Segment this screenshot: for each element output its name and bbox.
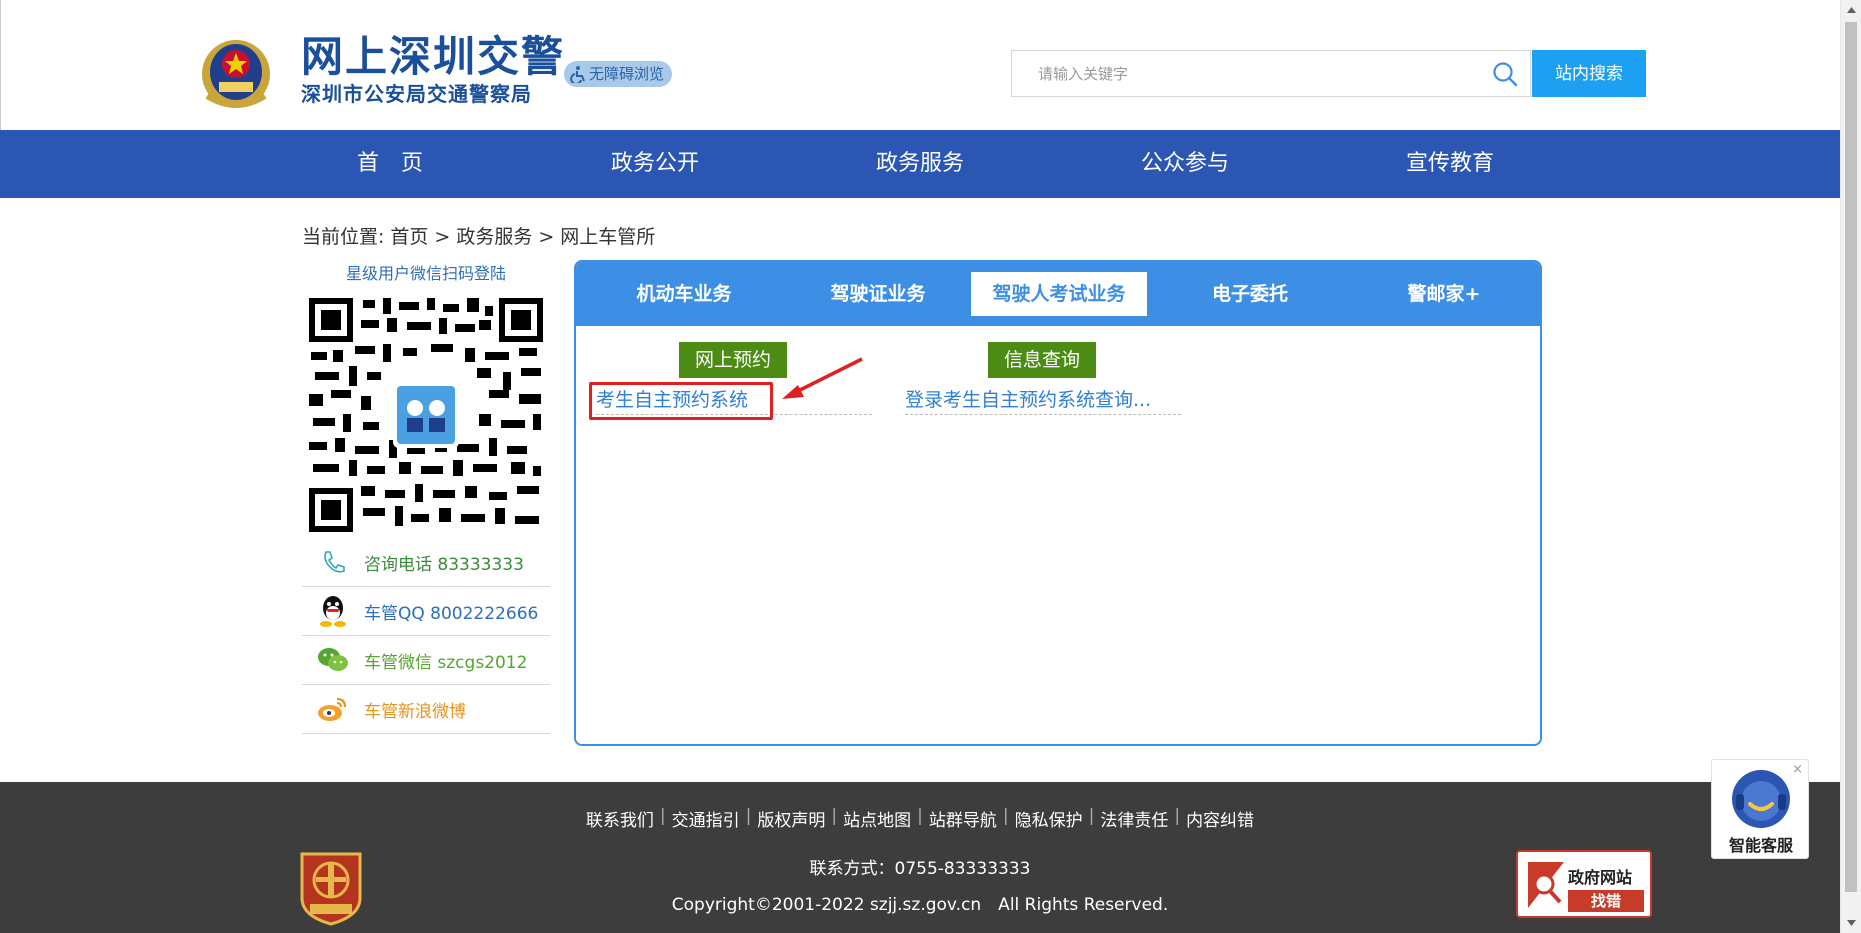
contact-wechat[interactable]: 车管微信 szcgs2012 [302, 636, 550, 685]
nav-item-government-affairs[interactable]: 政务公开 [565, 130, 745, 198]
red-arrow-annotation [782, 357, 863, 399]
site-header: 网上深圳交警 深圳市公安局交通警察局 无障碍浏览 站内搜索 [0, 0, 1840, 130]
breadcrumb-separator: > [538, 226, 555, 248]
qr-caption: 星级用户微信扫码登陆 [345, 264, 506, 283]
main-nav: 首 页 政务公开 政务服务 公众参与 宣传教育 [0, 130, 1840, 198]
service-label: 智能客服 [1728, 836, 1793, 855]
search-box [1011, 50, 1531, 97]
close-icon[interactable]: × [1792, 762, 1803, 777]
wechat-icon [316, 643, 350, 677]
breadcrumb-separator: > [434, 226, 451, 248]
info-query-badge: 信息查询 [988, 342, 1096, 378]
nav-item-publicity-education[interactable]: 宣传教育 [1360, 130, 1540, 198]
site-title: 网上深圳交警 [301, 32, 566, 81]
tab-exam-business[interactable]: 驾驶人考试业务 [971, 272, 1147, 316]
breadcrumb: 当前位置: 首页 > 政务服务 > 网上车管所 [302, 224, 655, 250]
footer-link-legal[interactable]: 法律责任 [1100, 806, 1168, 831]
site-subtitle: 深圳市公安局交通警察局 [301, 82, 532, 106]
search-icon[interactable] [1492, 61, 1518, 87]
contact-qq[interactable]: 车管QQ 8002222666 [302, 587, 550, 636]
business-tabs: 机动车业务 驾驶证业务 驾驶人考试业务 电子委托 警邮家+ [576, 262, 1540, 326]
nav-item-government-services[interactable]: 政务服务 [830, 130, 1010, 198]
vertical-scrollbar[interactable] [1840, 0, 1861, 933]
magnifier-icon [1528, 862, 1564, 908]
exam-booking-query-link[interactable]: 登录考生自主预约系统查询... [905, 386, 1181, 415]
footer-links: 联系我们 | 交通指引 | 版权声明 | 站点地图 | 站群导航 | 隐私保护 | 法律责任… [585, 806, 1255, 831]
police-emblem-icon [202, 40, 270, 108]
contact-weibo-label: 车管新浪微博 [364, 701, 466, 722]
gov-error-line1: 政府网站 [1568, 868, 1633, 887]
phone-icon [316, 545, 350, 579]
site-search-button[interactable]: 站内搜索 [1532, 50, 1646, 97]
service-robot-icon [1732, 770, 1790, 828]
footer-link-copyright[interactable]: 版权声明 [757, 806, 825, 831]
contact-phone[interactable]: 咨询电话 83333333 [302, 538, 550, 587]
nav-item-home[interactable]: 首 页 [300, 130, 480, 198]
wheelchair-icon [570, 66, 585, 83]
contact-qq-label: 车管QQ 8002222666 [364, 603, 539, 624]
tab-e-entrust[interactable]: 电子委托 [1162, 272, 1338, 316]
red-highlight-box [589, 382, 773, 420]
tab-license-business[interactable]: 驾驶证业务 [790, 272, 966, 316]
breadcrumb-item-current: 网上车管所 [560, 226, 656, 248]
footer-link-contact[interactable]: 联系我们 [586, 806, 654, 831]
smart-customer-service-widget[interactable]: × 智能客服 [1711, 759, 1809, 859]
footer-link-site-group[interactable]: 站群导航 [929, 806, 997, 831]
online-booking-badge: 网上预约 [679, 342, 787, 378]
contact-wechat-label: 车管微信 szcgs2012 [364, 652, 528, 673]
scroll-down-arrow-icon[interactable] [1841, 913, 1861, 933]
tab-police-post[interactable]: 警邮家+ [1356, 272, 1532, 316]
qq-icon [316, 594, 350, 628]
party-government-badge-icon[interactable] [298, 848, 364, 926]
footer-link-privacy[interactable]: 隐私保护 [1015, 806, 1083, 831]
footer-link-sitemap[interactable]: 站点地图 [843, 806, 911, 831]
nav-item-public-participation[interactable]: 公众参与 [1095, 130, 1275, 198]
tab-vehicle-business[interactable]: 机动车业务 [596, 272, 772, 316]
wechat-qr-code[interactable] [307, 296, 545, 534]
footer-link-error-report[interactable]: 内容纠错 [1186, 806, 1254, 831]
breadcrumb-item-services[interactable]: 政务服务 [456, 224, 532, 250]
scrollbar-thumb[interactable] [1845, 22, 1857, 892]
page: 网上深圳交警 深圳市公安局交通警察局 无障碍浏览 站内搜索 首 页 政务公开 政… [0, 0, 1861, 933]
gov-site-error-report[interactable]: 政府网站 找错 [1516, 850, 1652, 918]
scroll-up-arrow-icon[interactable] [1841, 0, 1861, 20]
contact-weibo[interactable]: 车管新浪微博 [302, 685, 550, 734]
weibo-icon [316, 692, 350, 726]
accessibility-button[interactable]: 无障碍浏览 [564, 61, 673, 87]
business-panel: 机动车业务 驾驶证业务 驾驶人考试业务 电子委托 警邮家+ 网上预约 考生自主预… [574, 260, 1542, 746]
accessibility-label: 无障碍浏览 [589, 65, 665, 83]
footer-link-traffic-guide[interactable]: 交通指引 [672, 806, 740, 831]
search-input[interactable] [1013, 52, 1473, 95]
breadcrumb-item-home[interactable]: 首页 [390, 224, 428, 250]
gov-error-line2: 找错 [1568, 890, 1644, 912]
breadcrumb-prefix: 当前位置: [302, 226, 385, 248]
contact-phone-label: 咨询电话 83333333 [364, 554, 524, 575]
